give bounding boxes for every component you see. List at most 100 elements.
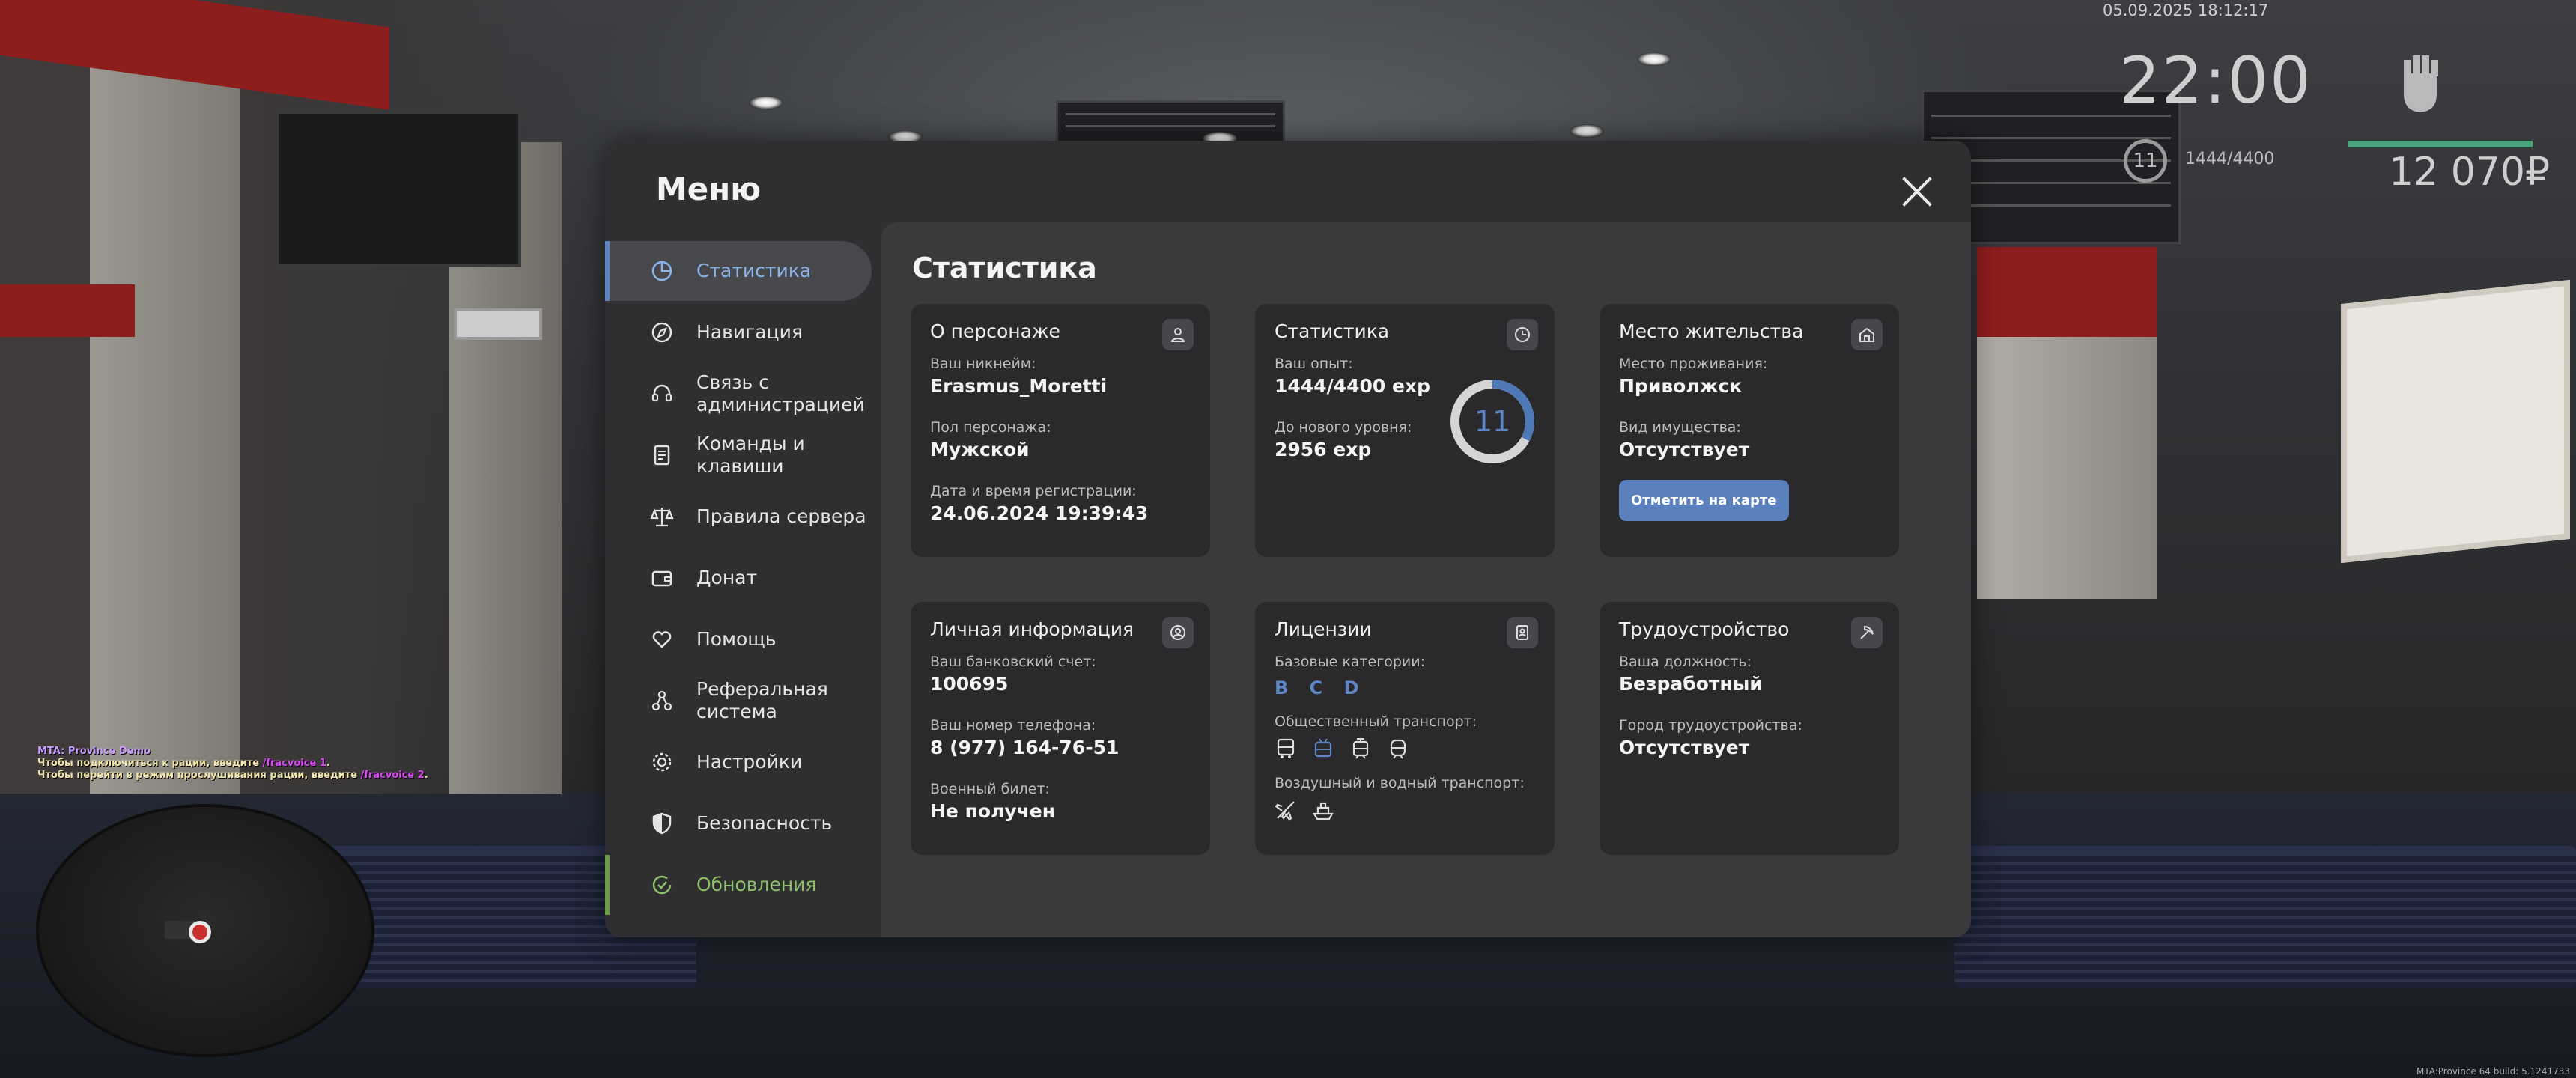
hud-datetime: 05.09.2025 18:12:17 xyxy=(2103,1,2269,19)
gender-value: Мужской xyxy=(930,439,1030,460)
base-categories-value: B C D xyxy=(1275,677,1367,698)
residence-value: Приволжск xyxy=(1619,375,1743,397)
shield-icon xyxy=(650,811,674,835)
sign xyxy=(454,308,542,340)
public-transport-icons xyxy=(1275,737,1535,760)
trolleybus-icon xyxy=(1312,737,1334,760)
card-title: Статистика xyxy=(1275,320,1390,342)
user-icon xyxy=(1162,319,1194,350)
card-licenses: Лицензии Базовые категории: B C D Общест… xyxy=(1255,602,1555,855)
clock-icon xyxy=(1507,319,1538,350)
chat-line: MTA: Province Demo xyxy=(37,746,151,757)
military-id-label: Военный билет: xyxy=(930,781,1050,797)
sidebar-item-commands[interactable]: Команды и клавиши xyxy=(605,425,872,485)
sidebar-item-label: Настройки xyxy=(696,751,803,773)
card-residence: Место жительства Место проживания: Приво… xyxy=(1600,304,1899,557)
sidebar-item-label: Реферальная система xyxy=(696,678,828,722)
hud-exp: 1444/4400 xyxy=(2185,150,2275,168)
sidebar-item-label: Обновления xyxy=(696,874,817,895)
sidebar-item-label: Донат xyxy=(696,567,758,588)
nickname-label: Ваш никнейм: xyxy=(930,356,1036,372)
residence-label: Место проживания: xyxy=(1619,356,1768,372)
chat-text: Чтобы подключиться к рации, введите xyxy=(37,758,260,769)
wallet-icon xyxy=(650,566,674,590)
sidebar-item-label: Помощь xyxy=(696,628,777,650)
sidebar-item-label: Команды и клавиши xyxy=(696,433,805,477)
chat-box: MTA: Province Demo Чтобы подключиться к … xyxy=(37,746,428,782)
sidebar-item-label: Навигация xyxy=(696,321,803,343)
hud-money: 12 070₽ xyxy=(2389,150,2551,195)
ceiling-light xyxy=(749,96,783,109)
scales-icon xyxy=(650,505,674,529)
chat-text: Чтобы перейти в режим прослушивания раци… xyxy=(37,770,358,781)
referral-icon xyxy=(650,689,674,713)
poster xyxy=(2341,279,2570,564)
sidebar-item-donate[interactable]: Донат xyxy=(605,548,872,608)
mark-on-map-button[interactable]: Отметить на карте xyxy=(1619,480,1789,521)
sidebar-item-label: Статистика xyxy=(696,260,812,281)
document-icon xyxy=(650,443,674,467)
sidebar-item-rules[interactable]: Правила сервера xyxy=(605,487,872,546)
sidebar-item-updates[interactable]: Обновления xyxy=(605,855,872,915)
license-icon xyxy=(1507,617,1538,648)
red-sign xyxy=(1977,247,2157,337)
position-value: Безработный xyxy=(1619,673,1763,695)
metro-icon xyxy=(1387,737,1409,760)
pie-chart-icon xyxy=(650,259,674,283)
card-title: Место жительства xyxy=(1619,320,1804,342)
sidebar-item-label: Безопасность xyxy=(696,812,833,834)
red-sign xyxy=(0,284,135,337)
air-water-transport-icons xyxy=(1275,799,1535,821)
gear-icon xyxy=(650,750,674,774)
card-title: Личная информация xyxy=(930,618,1134,640)
sidebar-item-settings[interactable]: Настройки xyxy=(605,732,872,792)
sidebar-item-admin-contact[interactable]: Связь с администрацией xyxy=(605,364,872,424)
property-value: Отсутствует xyxy=(1619,439,1750,460)
id-icon xyxy=(1162,617,1194,648)
ceiling-light xyxy=(1570,124,1604,138)
close-icon[interactable] xyxy=(1901,175,1933,208)
base-categories-label: Базовые категории: xyxy=(1275,654,1425,670)
ceiling-light xyxy=(1637,52,1671,66)
bus-icon xyxy=(1275,737,1297,760)
build-info: MTA:Province 64 build: 5.1241733 xyxy=(2416,1066,2570,1077)
card-title: Трудоустройство xyxy=(1619,618,1790,640)
military-id-value: Не получен xyxy=(930,800,1056,822)
content-panel: Статистика О персонаже Ваш никнейм: Eras… xyxy=(881,222,1971,937)
chat-command: /fracvoice 1 xyxy=(262,758,326,769)
public-transport-label: Общественный транспорт: xyxy=(1275,713,1477,730)
chat-command: /fracvoice 2 xyxy=(360,770,425,781)
hud-clock: 22:00 xyxy=(2119,43,2312,118)
home-icon xyxy=(1851,319,1883,350)
card-title: Лицензии xyxy=(1275,618,1372,640)
sidebar-item-navigation[interactable]: Навигация xyxy=(605,302,872,362)
headset-icon xyxy=(650,382,674,406)
phone-label: Ваш номер телефона: xyxy=(930,717,1096,734)
job-city-label: Город трудоустройства: xyxy=(1619,717,1802,734)
tram-icon xyxy=(1349,737,1372,760)
level-progress-ring: 11 xyxy=(1450,380,1534,463)
bank-account-label: Ваш банковский счет: xyxy=(930,654,1096,670)
refresh-check-icon xyxy=(650,873,674,897)
player-marker-icon xyxy=(189,921,211,943)
pickaxe-icon xyxy=(1851,617,1883,648)
sidebar-item-help[interactable]: Помощь xyxy=(605,609,872,669)
heart-hand-icon xyxy=(650,627,674,651)
sidebar-item-label: Связь с администрацией xyxy=(696,371,865,415)
sidebar-item-referral[interactable]: Реферальная система xyxy=(605,671,872,731)
registration-label: Дата и время регистрации: xyxy=(930,483,1137,499)
property-label: Вид имущества: xyxy=(1619,419,1741,436)
sidebar-item-security[interactable]: Безопасность xyxy=(605,794,872,853)
card-stats: Статистика Ваш опыт: 1444/4400 exp До но… xyxy=(1255,304,1555,557)
nickname-value: Erasmus_Moretti xyxy=(930,375,1108,397)
air-water-transport-label: Воздушный и водный транспорт: xyxy=(1275,775,1525,791)
bank-account-value: 100695 xyxy=(930,673,1009,695)
card-character: О персонаже Ваш никнейм: Erasmus_Moretti… xyxy=(911,304,1210,557)
sidebar-item-statistics[interactable]: Статистика xyxy=(605,241,872,301)
menu-window: Меню Статистика Навигация Связь с админи… xyxy=(605,141,1971,937)
card-personal: Личная информация Ваш банковский счет: 1… xyxy=(911,602,1210,855)
pillar xyxy=(90,45,240,794)
phone-value: 8 (977) 164-76-51 xyxy=(930,737,1120,758)
registration-value: 24.06.2024 19:39:43 xyxy=(930,502,1149,524)
sidebar-item-label: Правила сервера xyxy=(696,505,866,527)
